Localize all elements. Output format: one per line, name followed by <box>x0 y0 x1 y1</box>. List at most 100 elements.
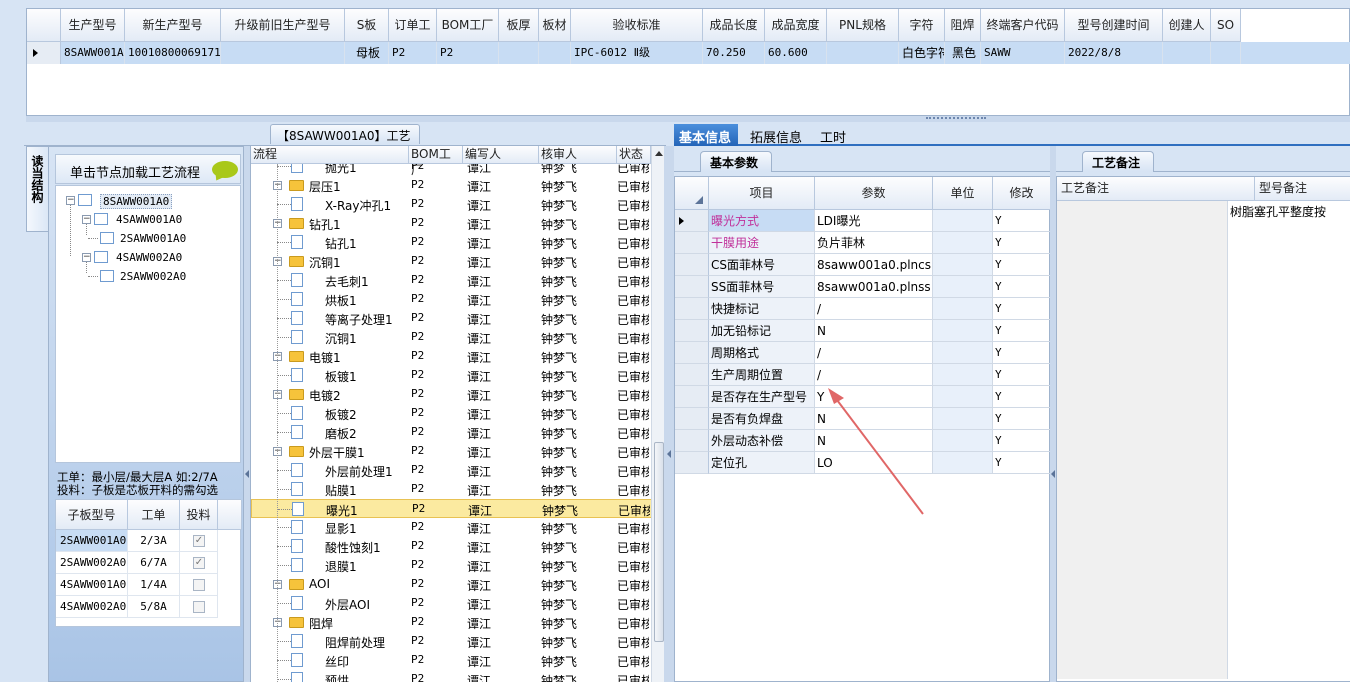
tab-extended-info[interactable]: 拓展信息 <box>742 124 806 146</box>
top-grid-header-cell[interactable]: 订单工厂 <box>389 9 437 65</box>
params-unit-cell[interactable] <box>933 452 993 474</box>
flow-row[interactable]: − 电镀2 P2 谭江 钟梦飞 已审核 <box>251 385 651 404</box>
flow-row[interactable]: X-Ray冲孔1 P2 谭江 钟梦飞 已审核 <box>251 195 651 214</box>
flow-row[interactable]: 去毛刺1 P2 谭江 钟梦飞 已审核 <box>251 271 651 290</box>
scroll-thumb[interactable] <box>654 442 664 642</box>
flow-row[interactable]: 板镀1 P2 谭江 钟梦飞 已审核 <box>251 366 651 385</box>
top-splitter[interactable] <box>26 116 1350 122</box>
collapse-minus-icon[interactable]: − <box>82 215 91 224</box>
top-grid-row[interactable]: 8SAWW001A0 10010800069171 母板 P2 P2 IPC-6012 Ⅱ… <box>27 42 1350 64</box>
top-grid-header-cell[interactable]: SO <box>1211 9 1241 42</box>
flow-row[interactable]: 烘板1 P2 谭江 钟梦飞 已审核 <box>251 290 651 309</box>
flow-row[interactable]: 钻孔1 P2 谭江 钟梦飞 已审核 <box>251 233 651 252</box>
top-grid-cell[interactable] <box>827 42 899 64</box>
flow-row[interactable]: 沉铜1 P2 谭江 钟梦飞 已审核 <box>251 328 651 347</box>
flow-row[interactable]: 等离子处理1 P2 谭江 钟梦飞 已审核 <box>251 309 651 328</box>
flow-row[interactable]: − 层压1 P2 谭江 钟梦飞 已审核 <box>251 176 651 195</box>
params-modify-cell[interactable]: Y <box>993 254 1051 276</box>
flow-scrollbar[interactable] <box>651 146 665 682</box>
top-grid-header-cell[interactable]: 创建人 <box>1163 9 1211 42</box>
top-grid-header-cell[interactable]: 终端客户代码 <box>981 9 1065 42</box>
structure-tree-node[interactable]: − 4SAWW001A0 <box>82 211 232 229</box>
params-header-cell[interactable]: 项目 <box>709 177 815 210</box>
params-unit-cell[interactable] <box>933 342 993 364</box>
feed-checkbox[interactable] <box>193 579 205 591</box>
collapse-minus-icon[interactable]: − <box>66 196 75 205</box>
feed-checkbox[interactable]: ✓ <box>193 535 205 547</box>
flow-row[interactable]: − AOI P2 谭江 钟梦飞 已审核 <box>251 575 651 594</box>
params-value-cell[interactable]: 负片菲林 <box>815 232 933 254</box>
splitter-grip-icon[interactable] <box>926 117 986 121</box>
tab-basic-params[interactable]: 基本参数 <box>700 151 772 172</box>
top-grid-cell[interactable]: 10010800069171 <box>125 42 221 64</box>
params-modify-cell[interactable]: Y <box>993 210 1051 232</box>
flow-row[interactable]: 磨板2 P2 谭江 钟梦飞 已审核 <box>251 423 651 442</box>
tab-process-remarks[interactable]: 工艺备注 <box>1082 151 1154 172</box>
params-value-cell[interactable]: LDI曝光 <box>815 210 933 232</box>
top-grid-header-cell[interactable]: 升级前旧生产型号 <box>221 9 345 42</box>
params-value-cell[interactable]: 8saww001a0.plncs <box>815 254 933 276</box>
top-grid-header-cell[interactable]: 型号创建时间 <box>1065 9 1163 42</box>
params-value-cell[interactable]: / <box>815 298 933 320</box>
flow-row[interactable]: − 沉铜1 P2 谭江 钟梦飞 已审核 <box>251 252 651 271</box>
flow-tab[interactable]: 【8SAWW001A0】工艺流程 <box>270 124 420 160</box>
params-header-cell[interactable]: 修改 <box>993 177 1051 210</box>
structure-tree-node[interactable]: 2SAWW001A0 <box>88 230 248 248</box>
vertical-side-tab[interactable]: 读当结构 <box>26 146 48 232</box>
params-unit-cell[interactable] <box>933 210 993 232</box>
sub-grid-order-cell[interactable]: 6/7A <box>128 552 180 574</box>
sub-grid-model-cell[interactable]: 4SAWW001A0 <box>56 574 128 596</box>
top-grid-cell[interactable]: SAWW <box>981 42 1065 64</box>
flow-row[interactable]: 外层AOI P2 谭江 钟梦飞 已审核 <box>251 594 651 613</box>
top-grid-cell[interactable] <box>1163 42 1211 64</box>
params-value-cell[interactable]: N <box>815 320 933 342</box>
params-modify-cell[interactable]: Y <box>993 276 1051 298</box>
flow-row[interactable]: 酸性蚀刻1 P2 谭江 钟梦飞 已审核 <box>251 537 651 556</box>
middle-splitter-arrow-icon[interactable] <box>667 450 671 458</box>
top-grid-cell[interactable]: 8SAWW001A0 <box>61 42 125 64</box>
top-grid-cell[interactable] <box>221 42 345 64</box>
params-unit-cell[interactable] <box>933 364 993 386</box>
top-grid-header-cell[interactable]: 生产型号 <box>61 9 125 42</box>
top-grid-header-cell[interactable]: 字符 <box>899 9 945 42</box>
top-grid-header-cell[interactable]: 板厚 <box>499 9 539 42</box>
right-splitter-arrow-icon[interactable] <box>1051 470 1055 478</box>
flow-header-cell[interactable]: BOM工厂 <box>409 146 463 177</box>
flow-row[interactable]: 退膜1 P2 谭江 钟梦飞 已审核 <box>251 556 651 575</box>
params-modify-cell[interactable]: Y <box>993 364 1051 386</box>
params-modify-cell[interactable]: Y <box>993 408 1051 430</box>
flow-row[interactable]: 阻焊前处理 P2 谭江 钟梦飞 已审核 <box>251 632 651 651</box>
sub-grid-model-cell[interactable]: 2SAWW001A0 <box>56 530 128 552</box>
top-grid-cell[interactable]: 2022/8/8 <box>1065 42 1163 64</box>
remarks-model-cell[interactable]: 树脂塞孔平整度按 <box>1227 201 1350 679</box>
params-header-cell[interactable]: 参数 <box>815 177 933 210</box>
remarks-process-cell[interactable] <box>1057 201 1227 679</box>
tab-work-hours[interactable]: 工时 <box>812 124 852 146</box>
sub-grid-order-cell[interactable]: 5/8A <box>128 596 180 618</box>
sub-grid-header-cell[interactable]: 投料 <box>180 500 218 530</box>
params-modify-cell[interactable]: Y <box>993 452 1051 474</box>
top-grid-cell[interactable]: P2 <box>437 42 499 64</box>
flow-header-cell[interactable]: 状态 <box>617 146 651 164</box>
top-grid-header-cell[interactable]: BOM工厂 <box>437 9 499 42</box>
top-grid-header-cell[interactable]: 成品宽度 <box>765 9 827 42</box>
sub-grid-order-cell[interactable]: 2/3A <box>128 530 180 552</box>
top-grid-cell[interactable]: IPC-6012 Ⅱ级 <box>571 42 703 64</box>
top-grid-cell[interactable]: 白色字符 <box>899 42 945 64</box>
structure-tree-node[interactable]: 2SAWW002A0 <box>88 268 248 286</box>
params-modify-cell[interactable]: Y <box>993 430 1051 452</box>
flow-header-cell[interactable]: 核审人 <box>539 146 617 164</box>
params-unit-cell[interactable] <box>933 430 993 452</box>
params-header-cell[interactable]: 单位 <box>933 177 993 210</box>
flow-row[interactable]: 预烘 P2 谭江 钟梦飞 已审核 <box>251 670 651 682</box>
top-grid-header-cell[interactable]: 阻焊 <box>945 9 981 42</box>
middle-splitter[interactable] <box>664 146 674 682</box>
tab-basic-info[interactable]: 基本信息 <box>674 124 738 146</box>
sub-grid-model-cell[interactable]: 2SAWW002A0 <box>56 552 128 574</box>
load-flow-button[interactable]: 单击节点加载工艺流程 <box>55 154 241 184</box>
params-unit-cell[interactable] <box>933 276 993 298</box>
top-grid-cell[interactable] <box>539 42 571 64</box>
flow-row[interactable]: 丝印 P2 谭江 钟梦飞 已审核 <box>251 651 651 670</box>
params-unit-cell[interactable] <box>933 386 993 408</box>
top-grid-header-cell[interactable]: S板 <box>345 9 389 42</box>
